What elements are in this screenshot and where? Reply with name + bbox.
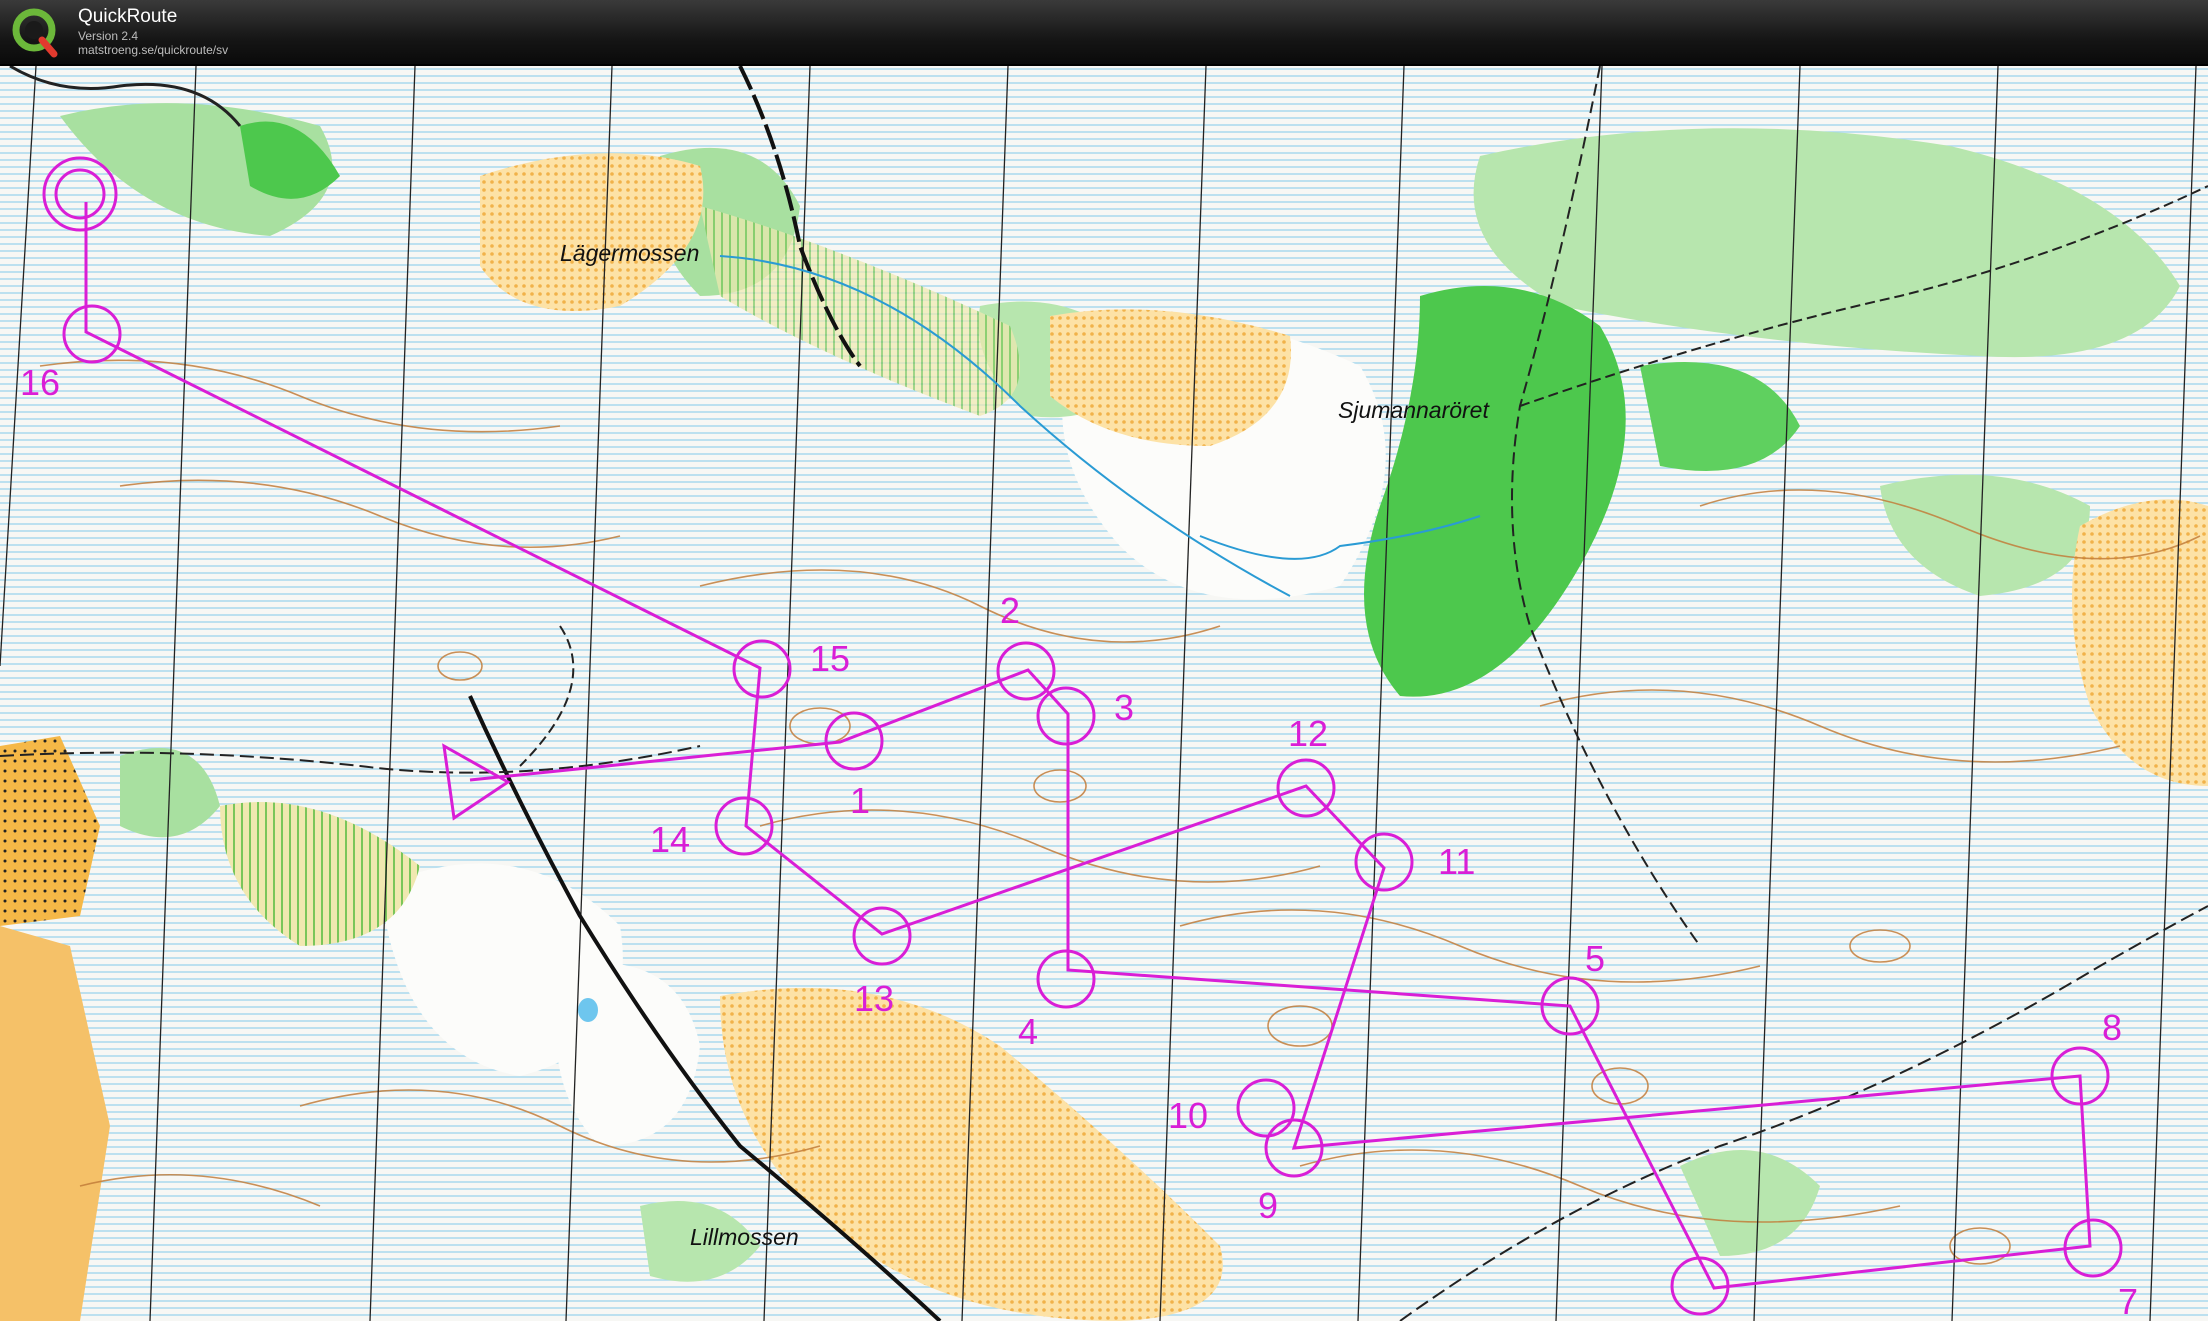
title-bar: QuickRoute Version 2.4 matstroeng.se/qui… [0, 0, 2208, 64]
svg-text:10: 10 [1168, 1095, 1208, 1136]
svg-text:3: 3 [1114, 687, 1134, 728]
quickroute-logo [12, 8, 58, 58]
app-version: Version 2.4 [78, 29, 139, 43]
svg-text:4: 4 [1018, 1011, 1038, 1052]
svg-text:2: 2 [1000, 590, 1020, 631]
svg-text:8: 8 [2102, 1007, 2122, 1048]
terrain-layer [0, 66, 2208, 1321]
app-url[interactable]: matstroeng.se/quickroute/sv [78, 43, 228, 57]
svg-text:11: 11 [1438, 841, 1475, 882]
svg-text:5: 5 [1585, 938, 1605, 979]
svg-text:14: 14 [650, 819, 690, 860]
svg-text:16: 16 [20, 362, 60, 403]
place-label-sjumannaroret: Sjumannaröret [1338, 397, 1490, 423]
svg-text:15: 15 [810, 638, 850, 679]
place-label-lillmossen: Lillmossen [690, 1224, 799, 1250]
svg-text:1: 1 [850, 780, 870, 821]
app-title: QuickRoute [78, 6, 178, 27]
svg-text:13: 13 [854, 978, 894, 1019]
place-label-lagermossen: Lägermossen [560, 240, 699, 266]
svg-text:12: 12 [1288, 713, 1328, 754]
svg-text:7: 7 [2118, 1281, 2138, 1321]
svg-text:9: 9 [1258, 1185, 1278, 1226]
orienteering-map[interactable]: Lägermossen Sjumannaröret Lillmossen 1 2… [0, 66, 2208, 1321]
